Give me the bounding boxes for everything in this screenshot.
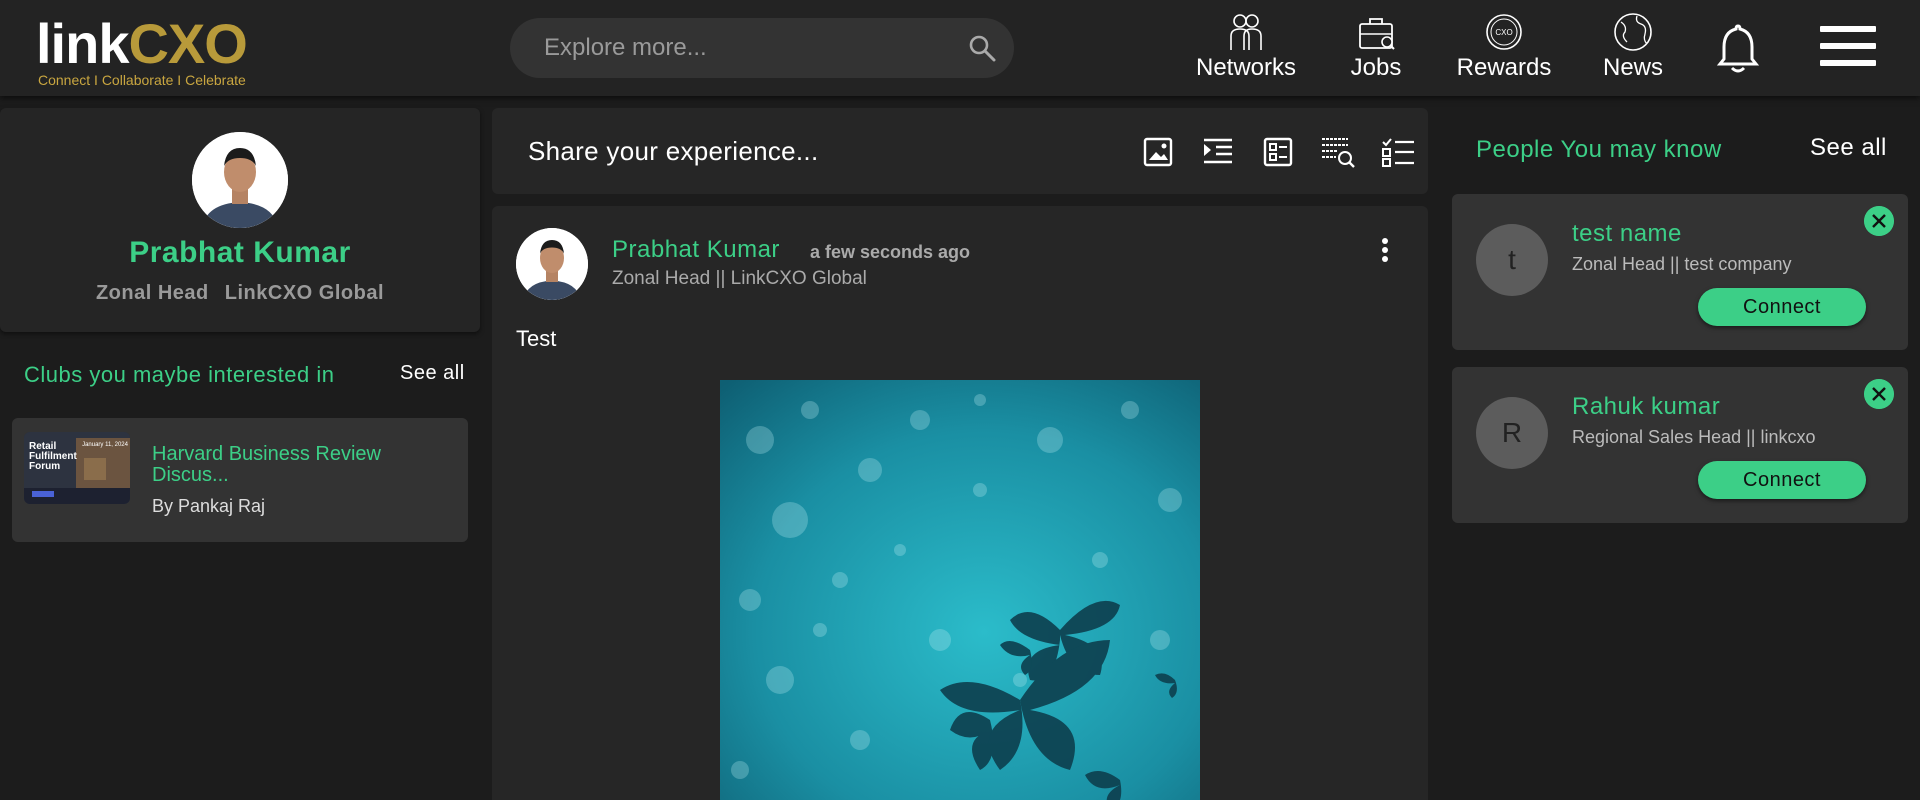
avatar-portrait [192, 132, 288, 228]
logo-link-text: link [36, 12, 129, 75]
post-author-name[interactable]: Prabhat Kumar [612, 236, 780, 264]
clubs-see-all-link[interactable]: See all [400, 362, 465, 385]
svg-text:Forum: Forum [29, 461, 60, 472]
nav-jobs-label: Jobs [1350, 54, 1402, 81]
image-upload-icon[interactable] [1140, 134, 1176, 170]
composer-prompt[interactable]: Share your experience... [528, 136, 818, 167]
logo-cxo-text: CXO [128, 12, 247, 75]
post-body-text: Test [516, 326, 557, 351]
rewards-cxo-coin-icon: CXO [1486, 14, 1522, 50]
club-card[interactable]: Retail Fulfilment Forum January 11, 2024… [12, 418, 468, 542]
avatar-portrait [516, 228, 588, 300]
dismiss-close-icon[interactable] [1864, 379, 1894, 409]
hamburger-menu-icon[interactable] [1820, 26, 1876, 66]
profile-card: Prabhat Kumar Zonal Head LinkCXO Global [0, 108, 480, 332]
search-input[interactable] [544, 18, 954, 78]
nav-rewards-label: Rewards [1456, 54, 1552, 81]
person-name[interactable]: Rahuk kumar [1572, 393, 1720, 421]
feed-post: Prabhat Kumar a few seconds ago Zonal He… [492, 206, 1428, 800]
bell-icon[interactable] [1716, 22, 1760, 74]
nav-news-label: News [1602, 54, 1663, 81]
search-bar[interactable] [510, 18, 1014, 78]
profile-subtitle: Zonal Head LinkCXO Global [0, 282, 480, 305]
logo-wordmark: linkCXO [36, 12, 248, 76]
club-owner: By Pankaj Raj [152, 496, 266, 516]
nav-networks[interactable]: Networks [1186, 12, 1306, 84]
people-you-may-know-heading: People You may know [1476, 136, 1722, 163]
nav-networks-label: Networks [1195, 54, 1297, 81]
person-name[interactable]: test name [1572, 220, 1682, 248]
post-author-avatar[interactable] [516, 228, 588, 300]
more-options-icon[interactable] [1380, 238, 1390, 264]
profile-name[interactable]: Prabhat Kumar [0, 236, 480, 270]
post-composer[interactable]: Share your experience... [492, 108, 1428, 194]
club-thumbnail: Retail Fulfilment Forum January 11, 2024 [24, 432, 130, 504]
svg-text:CXO: CXO [1495, 28, 1512, 37]
nav-rewards[interactable]: CXO Rewards [1446, 12, 1562, 84]
person-role: Zonal Head || test company [1572, 254, 1792, 274]
nav-news[interactable]: News [1596, 12, 1670, 84]
person-suggestion-card: R Rahuk kumar Regional Sales Head || lin… [1452, 367, 1908, 523]
top-navbar: linkCXO Connect I Collaborate I Celebrat… [0, 0, 1920, 96]
clubs-heading: Clubs you maybe interested in [24, 362, 335, 387]
profile-title: Zonal Head [95, 282, 209, 304]
post-timestamp: a few seconds ago [810, 242, 971, 262]
kebab-dot [1382, 238, 1388, 244]
nav-jobs[interactable]: Jobs [1336, 12, 1416, 84]
search-icon[interactable] [968, 34, 996, 62]
connect-button[interactable]: Connect [1698, 461, 1866, 499]
club-title[interactable]: Harvard Business Review Discus... [152, 444, 452, 486]
menu-bar [1820, 26, 1876, 32]
person-suggestion-card: t test name Zonal Head || test company C… [1452, 194, 1908, 350]
club-thumbnail-art: Retail Fulfilment Forum January 11, 2024 [24, 432, 130, 504]
kebab-dot [1382, 247, 1388, 253]
post-image[interactable] [720, 380, 1200, 800]
butterflies-image [720, 380, 1200, 800]
networks-icon [1230, 14, 1262, 50]
dismiss-close-icon[interactable] [1864, 206, 1894, 236]
person-avatar[interactable]: t [1476, 224, 1548, 296]
logo-tagline: Connect I Collaborate I Celebrate [38, 72, 246, 88]
globe-icon [1614, 13, 1652, 51]
profile-company: LinkCXO Global [224, 282, 385, 304]
post-author-subtitle: Zonal Head || LinkCXO Global [612, 268, 867, 289]
document-search-icon[interactable] [1320, 134, 1356, 170]
kebab-dot [1382, 256, 1388, 262]
person-avatar[interactable]: R [1476, 397, 1548, 469]
menu-bar [1820, 60, 1876, 66]
profile-avatar[interactable] [192, 132, 288, 228]
linkcxo-logo[interactable]: linkCXO Connect I Collaborate I Celebrat… [36, 12, 286, 88]
checklist-icon[interactable] [1380, 134, 1416, 170]
poll-form-icon[interactable] [1260, 134, 1296, 170]
article-indent-icon[interactable] [1200, 134, 1236, 170]
briefcase-icon [1359, 18, 1395, 50]
svg-text:January 11, 2024: January 11, 2024 [82, 442, 129, 448]
menu-bar [1820, 43, 1876, 49]
connect-button[interactable]: Connect [1698, 288, 1866, 326]
people-see-all-link[interactable]: See all [1810, 134, 1887, 162]
person-role: Regional Sales Head || linkcxo [1572, 427, 1816, 447]
